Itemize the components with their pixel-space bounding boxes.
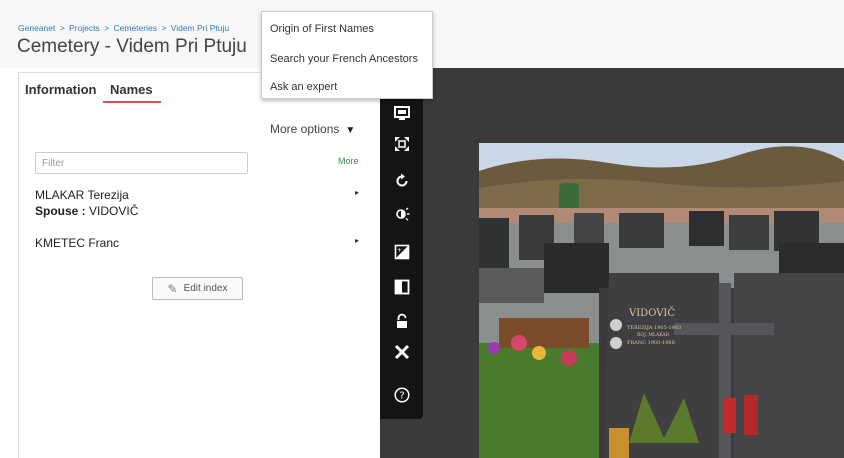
spouse-value: VIDOVIČ (89, 204, 139, 218)
pencil-icon: ✎ (167, 281, 178, 296)
more-options-menu: Origin of First Names Search your French… (261, 11, 433, 99)
filter-input[interactable] (35, 152, 248, 174)
viewer-toolbar: + ? (380, 96, 423, 419)
entry-spouse: Spouse : VIDOVIČ (35, 204, 365, 218)
more-options-label: More options (270, 122, 340, 136)
menu-item-origin-of-first-names[interactable]: Origin of First Names (270, 23, 374, 35)
menu-item-ask-an-expert[interactable]: Ask an expert (270, 81, 337, 93)
breadcrumb-cemeteries[interactable]: Cemeteries (114, 23, 157, 33)
svg-text:+: + (397, 247, 402, 254)
tab-information[interactable]: Information (25, 82, 97, 97)
menu-item-search-french-ancestors[interactable]: Search your French Ancestors (270, 53, 418, 65)
entry-name: MLAKAR Terezija (35, 188, 129, 202)
breadcrumb-current[interactable]: Videm Pri Ptuju (171, 23, 229, 33)
tab-names[interactable]: Names (110, 82, 153, 97)
more-link[interactable]: More (338, 156, 359, 166)
headstone-line-1: TEREZIJA 1905-1983 (627, 325, 681, 331)
list-item[interactable]: KMETEC Franc ▸ (35, 236, 365, 252)
headstone-name: VIDOVIČ (628, 307, 675, 319)
spouse-label: Spouse : (35, 204, 86, 218)
svg-text:?: ? (399, 391, 404, 402)
breadcrumb-separator: > (104, 23, 110, 33)
list-item[interactable]: MLAKAR Terezija Spouse : VIDOVIČ ▸ (35, 188, 365, 224)
breadcrumb-separator: > (161, 23, 167, 33)
headstone-line-3: FRANC 1903-1988 (627, 340, 675, 346)
active-tab-indicator (103, 101, 161, 103)
invert-icon[interactable] (380, 279, 423, 301)
breadcrumb-projects[interactable]: Projects (69, 23, 100, 33)
expand-arrow-icon[interactable]: ▸ (355, 188, 359, 197)
fullscreen-icon[interactable] (380, 136, 423, 158)
help-icon[interactable]: ? (380, 387, 423, 409)
close-icon[interactable] (380, 344, 423, 366)
expand-arrow-icon[interactable]: ▸ (355, 236, 359, 245)
rotate-icon[interactable] (380, 173, 423, 195)
lock-icon[interactable] (380, 313, 423, 335)
more-options-button[interactable]: More options ▼ (270, 122, 355, 136)
headstone-line-2: ROJ. MLAKAR (637, 332, 670, 338)
caret-down-icon: ▼ (345, 125, 356, 136)
brightness-icon[interactable] (380, 206, 423, 228)
monitor-icon[interactable] (380, 106, 423, 128)
breadcrumb-geneanet[interactable]: Geneanet (18, 23, 55, 33)
entry-name: KMETEC Franc (35, 236, 120, 250)
edit-index-button[interactable]: ✎ Edit index (152, 277, 243, 300)
page-title: Cemetery - Videm Pri Ptuju (17, 36, 247, 57)
breadcrumb-separator: > (59, 23, 65, 33)
contrast-icon[interactable]: + (380, 244, 423, 266)
edit-index-label: Edit index (183, 283, 228, 294)
cemetery-photo: VIDOVIČ TEREZIJA 1905-1983 ROJ. MLAKAR F… (479, 143, 844, 458)
breadcrumb: Geneanet > Projects > Cemeteries > Videm… (18, 23, 229, 33)
